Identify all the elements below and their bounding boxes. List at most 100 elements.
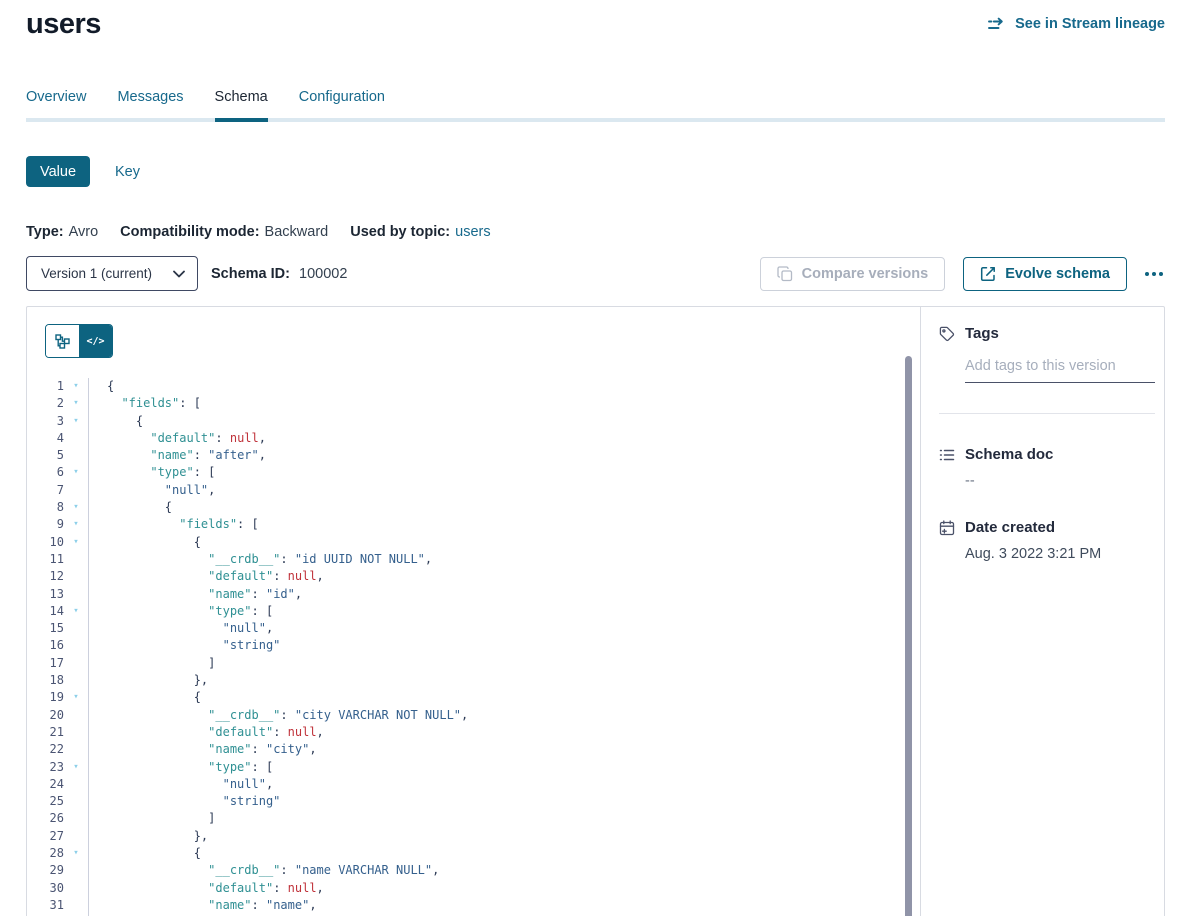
code-line: 19▾ { [27,689,920,706]
code-view-button[interactable]: </> [79,325,112,357]
code-line: 2▾ "fields": [ [27,395,920,412]
stream-lineage-link[interactable]: See in Stream lineage [988,16,1165,32]
fold-toggle-icon[interactable]: ▾ [64,413,88,430]
tree-view-button[interactable] [46,325,79,357]
copy-icon [777,266,793,282]
code-text: "default": null, [88,568,920,585]
fold-toggle-icon[interactable]: ▾ [64,395,88,412]
type-value: Avro [69,224,99,240]
code-text: { [88,499,920,516]
code-line: 24 "null", [27,776,920,793]
line-number: 5 [27,447,64,464]
tab-schema[interactable]: Schema [215,89,268,118]
code-line: 20 "__crdb__": "city VARCHAR NOT NULL", [27,707,920,724]
fold-spacer [64,862,88,879]
code-text: "type": [ [88,464,920,481]
version-select[interactable]: Version 1 (current) [26,256,198,291]
code-line: 26 ] [27,810,920,827]
code-text: { [88,413,920,430]
line-number: 24 [27,776,64,793]
code-text: "string" [88,793,920,810]
value-toggle-button[interactable]: Value [26,156,90,187]
line-number: 28 [27,845,64,862]
code-text: "name": "id", [88,586,920,603]
tags-input[interactable] [965,356,1155,383]
fold-spacer [64,741,88,758]
editor-scrollbar[interactable] [905,356,912,916]
code-line: 25 "string" [27,793,920,810]
fold-spacer [64,828,88,845]
schema-sidebar: Tags Schema doc -- [920,307,1165,916]
date-created-value: Aug. 3 2022 3:21 PM [965,546,1155,562]
tab-messages[interactable]: Messages [117,89,183,118]
code-lines[interactable]: 1▾{2▾ "fields": [3▾ {4 "default": null,5… [27,378,920,916]
fold-toggle-icon[interactable]: ▾ [64,516,88,533]
code-line: 3▾ { [27,413,920,430]
fold-toggle-icon[interactable]: ▾ [64,603,88,620]
code-text: "fields": [ [88,395,920,412]
fold-toggle-icon[interactable]: ▾ [64,499,88,516]
line-number: 26 [27,810,64,827]
tags-title: Tags [965,325,999,342]
code-text: { [88,689,920,706]
fold-spacer [64,672,88,689]
code-line: 17 ] [27,655,920,672]
schema-meta: Type: Avro Compatibility mode: Backward … [26,224,1165,240]
compare-versions-button[interactable]: Compare versions [760,257,946,291]
fold-toggle-icon[interactable]: ▾ [64,534,88,551]
fold-spacer [64,810,88,827]
key-toggle-button[interactable]: Key [115,164,140,180]
schema-id: Schema ID: 100002 [211,266,347,282]
code-text: "null", [88,776,920,793]
editor-view-toggle: </> [45,324,113,358]
tab-bar: Overview Messages Schema Configuration [26,89,1165,122]
code-text: "name": "name", [88,897,920,914]
fold-spacer [64,655,88,672]
fold-toggle-icon[interactable]: ▾ [64,845,88,862]
topic-link[interactable]: users [455,224,490,240]
fold-spacer [64,793,88,810]
value-key-toggle: Value Key [26,156,1165,187]
code-line: 18 }, [27,672,920,689]
line-number: 18 [27,672,64,689]
tab-configuration[interactable]: Configuration [299,89,385,118]
fold-toggle-icon[interactable]: ▾ [64,759,88,776]
line-number: 15 [27,620,64,637]
line-number: 1 [27,378,64,395]
line-number: 2 [27,395,64,412]
code-text: "default": null, [88,430,920,447]
more-options-button[interactable] [1143,266,1165,282]
fold-spacer [64,880,88,897]
code-line: 29 "__crdb__": "name VARCHAR NULL", [27,862,920,879]
evolve-schema-button[interactable]: Evolve schema [963,257,1127,291]
code-line: 4 "default": null, [27,430,920,447]
fold-toggle-icon[interactable]: ▾ [64,689,88,706]
line-number: 25 [27,793,64,810]
schema-id-label: Schema ID: [211,266,290,282]
code-text: }, [88,828,920,845]
code-text: { [88,845,920,862]
line-number: 8 [27,499,64,516]
code-line: 13 "name": "id", [27,586,920,603]
schema-editor: </> 1▾{2▾ "fields": [3▾ {4 "default": nu… [27,307,920,916]
code-text: "null", [88,620,920,637]
line-number: 7 [27,482,64,499]
code-line: 15 "null", [27,620,920,637]
fold-toggle-icon[interactable]: ▾ [64,378,88,395]
line-number: 31 [27,897,64,914]
type-label: Type: [26,224,64,240]
line-number: 10 [27,534,64,551]
page-title: users [26,8,101,41]
schema-doc-value: -- [965,473,1155,489]
fold-spacer [64,430,88,447]
code-line: 23▾ "type": [ [27,759,920,776]
code-text: "__crdb__": "name VARCHAR NULL", [88,862,920,879]
code-line: 14▾ "type": [ [27,603,920,620]
line-number: 17 [27,655,64,672]
line-number: 12 [27,568,64,585]
tab-overview[interactable]: Overview [26,89,86,118]
fold-toggle-icon[interactable]: ▾ [64,464,88,481]
fold-spacer [64,707,88,724]
code-text: { [88,534,920,551]
code-line: 30 "default": null, [27,880,920,897]
